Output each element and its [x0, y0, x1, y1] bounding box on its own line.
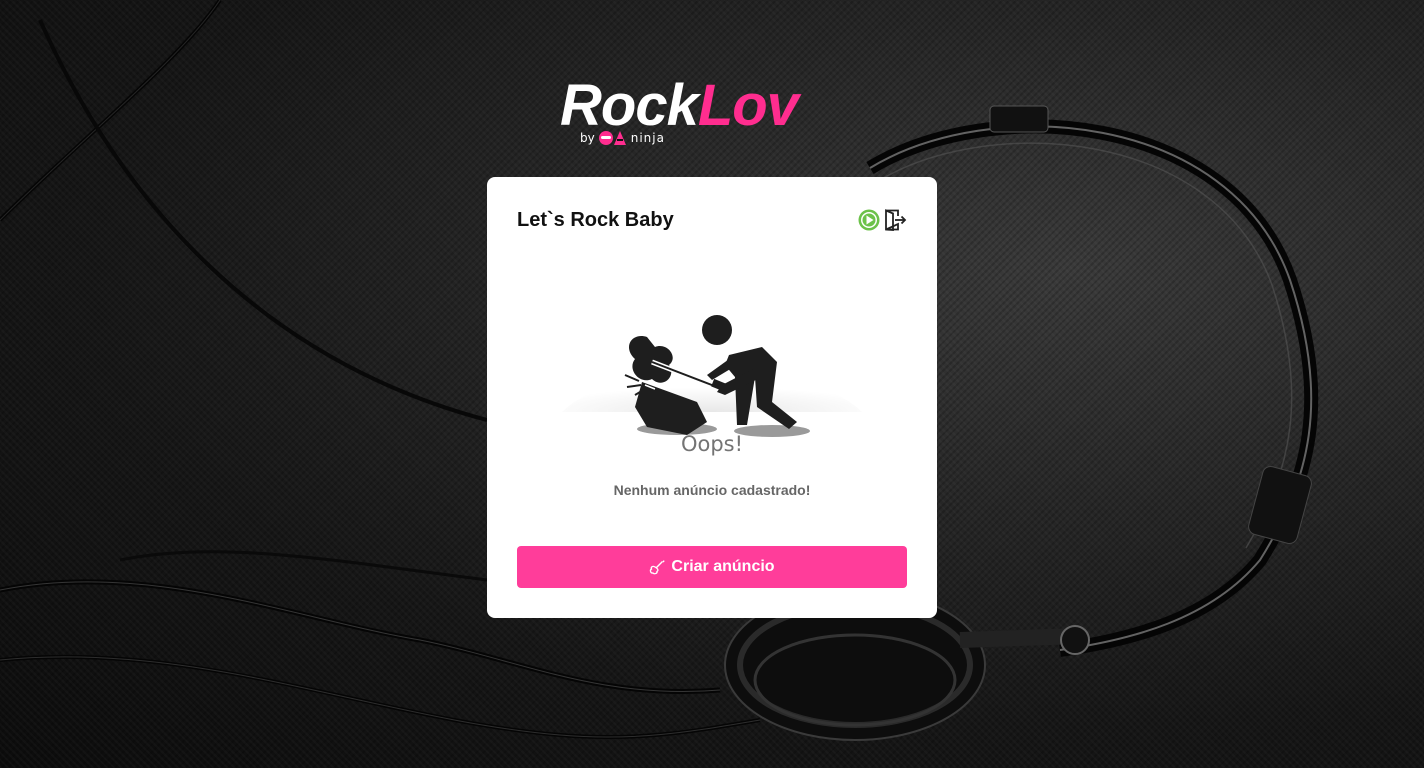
logo-lov-text: Lov — [697, 73, 799, 138]
empty-state-headline: Oops! — [680, 432, 744, 456]
logo-wordmark: RockLov — [560, 77, 799, 135]
create-listing-button[interactable]: Criar anúncio — [517, 546, 907, 588]
logo-byline: by ninja — [580, 130, 665, 146]
guitar-icon — [650, 560, 665, 575]
guitar-smash-illustration — [562, 315, 862, 437]
create-listing-label: Criar anúncio — [671, 558, 775, 575]
logo-rock-text: Rock — [560, 73, 699, 138]
logout-icon[interactable] — [884, 209, 907, 231]
logo-by-text: by — [580, 131, 595, 145]
play-circle-icon[interactable] — [858, 209, 880, 231]
logo-partner-text: ninja — [630, 131, 665, 145]
card-title: Let`s Rock Baby — [517, 209, 674, 231]
empty-state-message: Nenhum anúncio cadastrado! — [613, 482, 811, 498]
rocklov-logo: RockLov by ninja — [560, 77, 864, 148]
qa-ninja-logo-icon — [598, 131, 626, 145]
dashboard-card: Let`s Rock Baby Oops! Nenhum anúncio cad… — [487, 177, 937, 618]
